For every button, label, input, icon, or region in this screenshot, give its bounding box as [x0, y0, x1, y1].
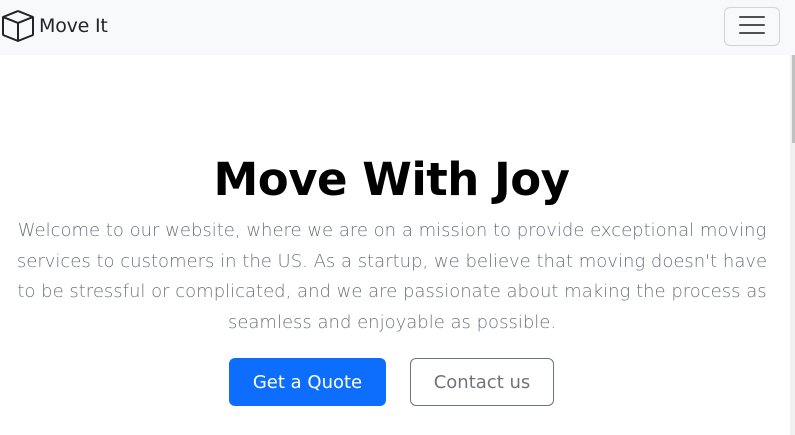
navbar-toggler-button[interactable] [724, 7, 780, 46]
box-icon [2, 10, 34, 42]
top-navbar: Move It [0, 0, 795, 55]
brand-name: Move It [39, 15, 108, 37]
brand-link[interactable]: Move It [2, 9, 108, 43]
hamburger-menu-icon [739, 15, 765, 38]
contact-us-button[interactable]: Contact us [410, 358, 554, 406]
get-quote-button[interactable]: Get a Quote [229, 358, 386, 406]
hero-description: Welcome to our website, where we are on … [16, 220, 768, 333]
hero-title: Move With Joy [213, 153, 570, 206]
